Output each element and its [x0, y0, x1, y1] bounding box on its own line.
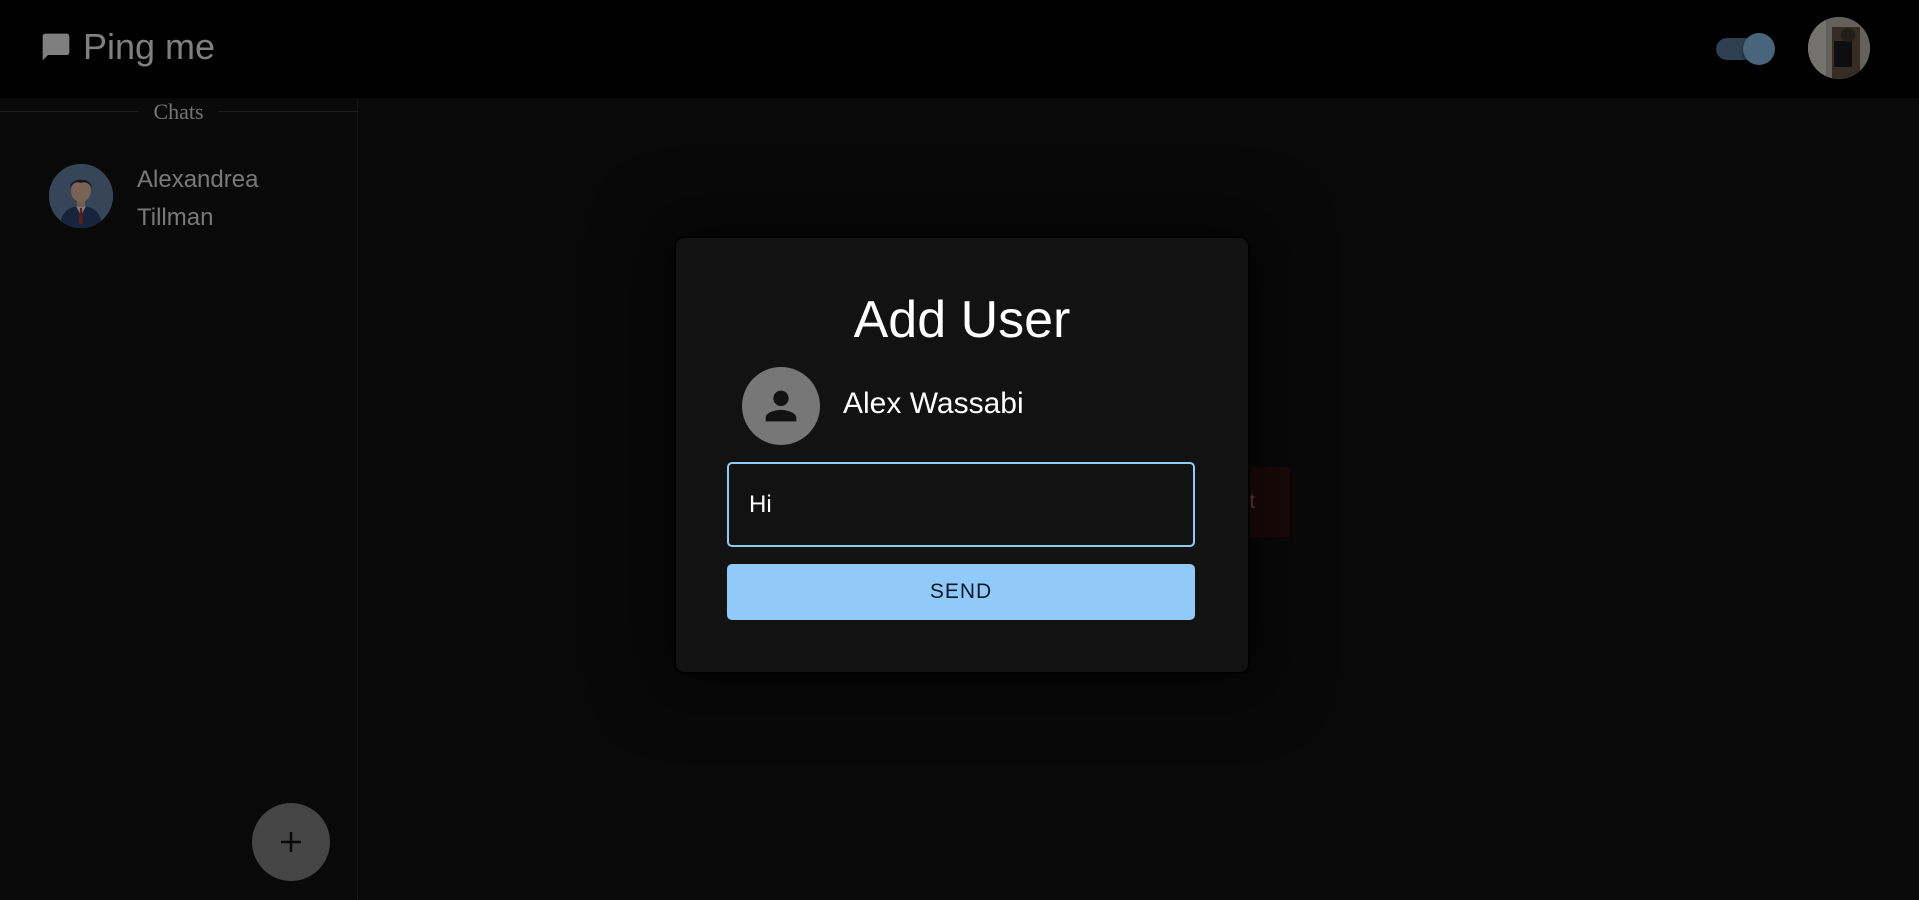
add-user-dialog: Add User Alex Wassabi SEND — [674, 236, 1250, 674]
contact-avatar — [742, 367, 820, 445]
message-input[interactable] — [727, 462, 1195, 547]
dialog-title: Add User — [853, 291, 1071, 349]
contact-name: Alex Wassabi — [843, 387, 1024, 420]
person-icon — [765, 390, 797, 422]
send-button[interactable]: SEND — [727, 564, 1195, 620]
